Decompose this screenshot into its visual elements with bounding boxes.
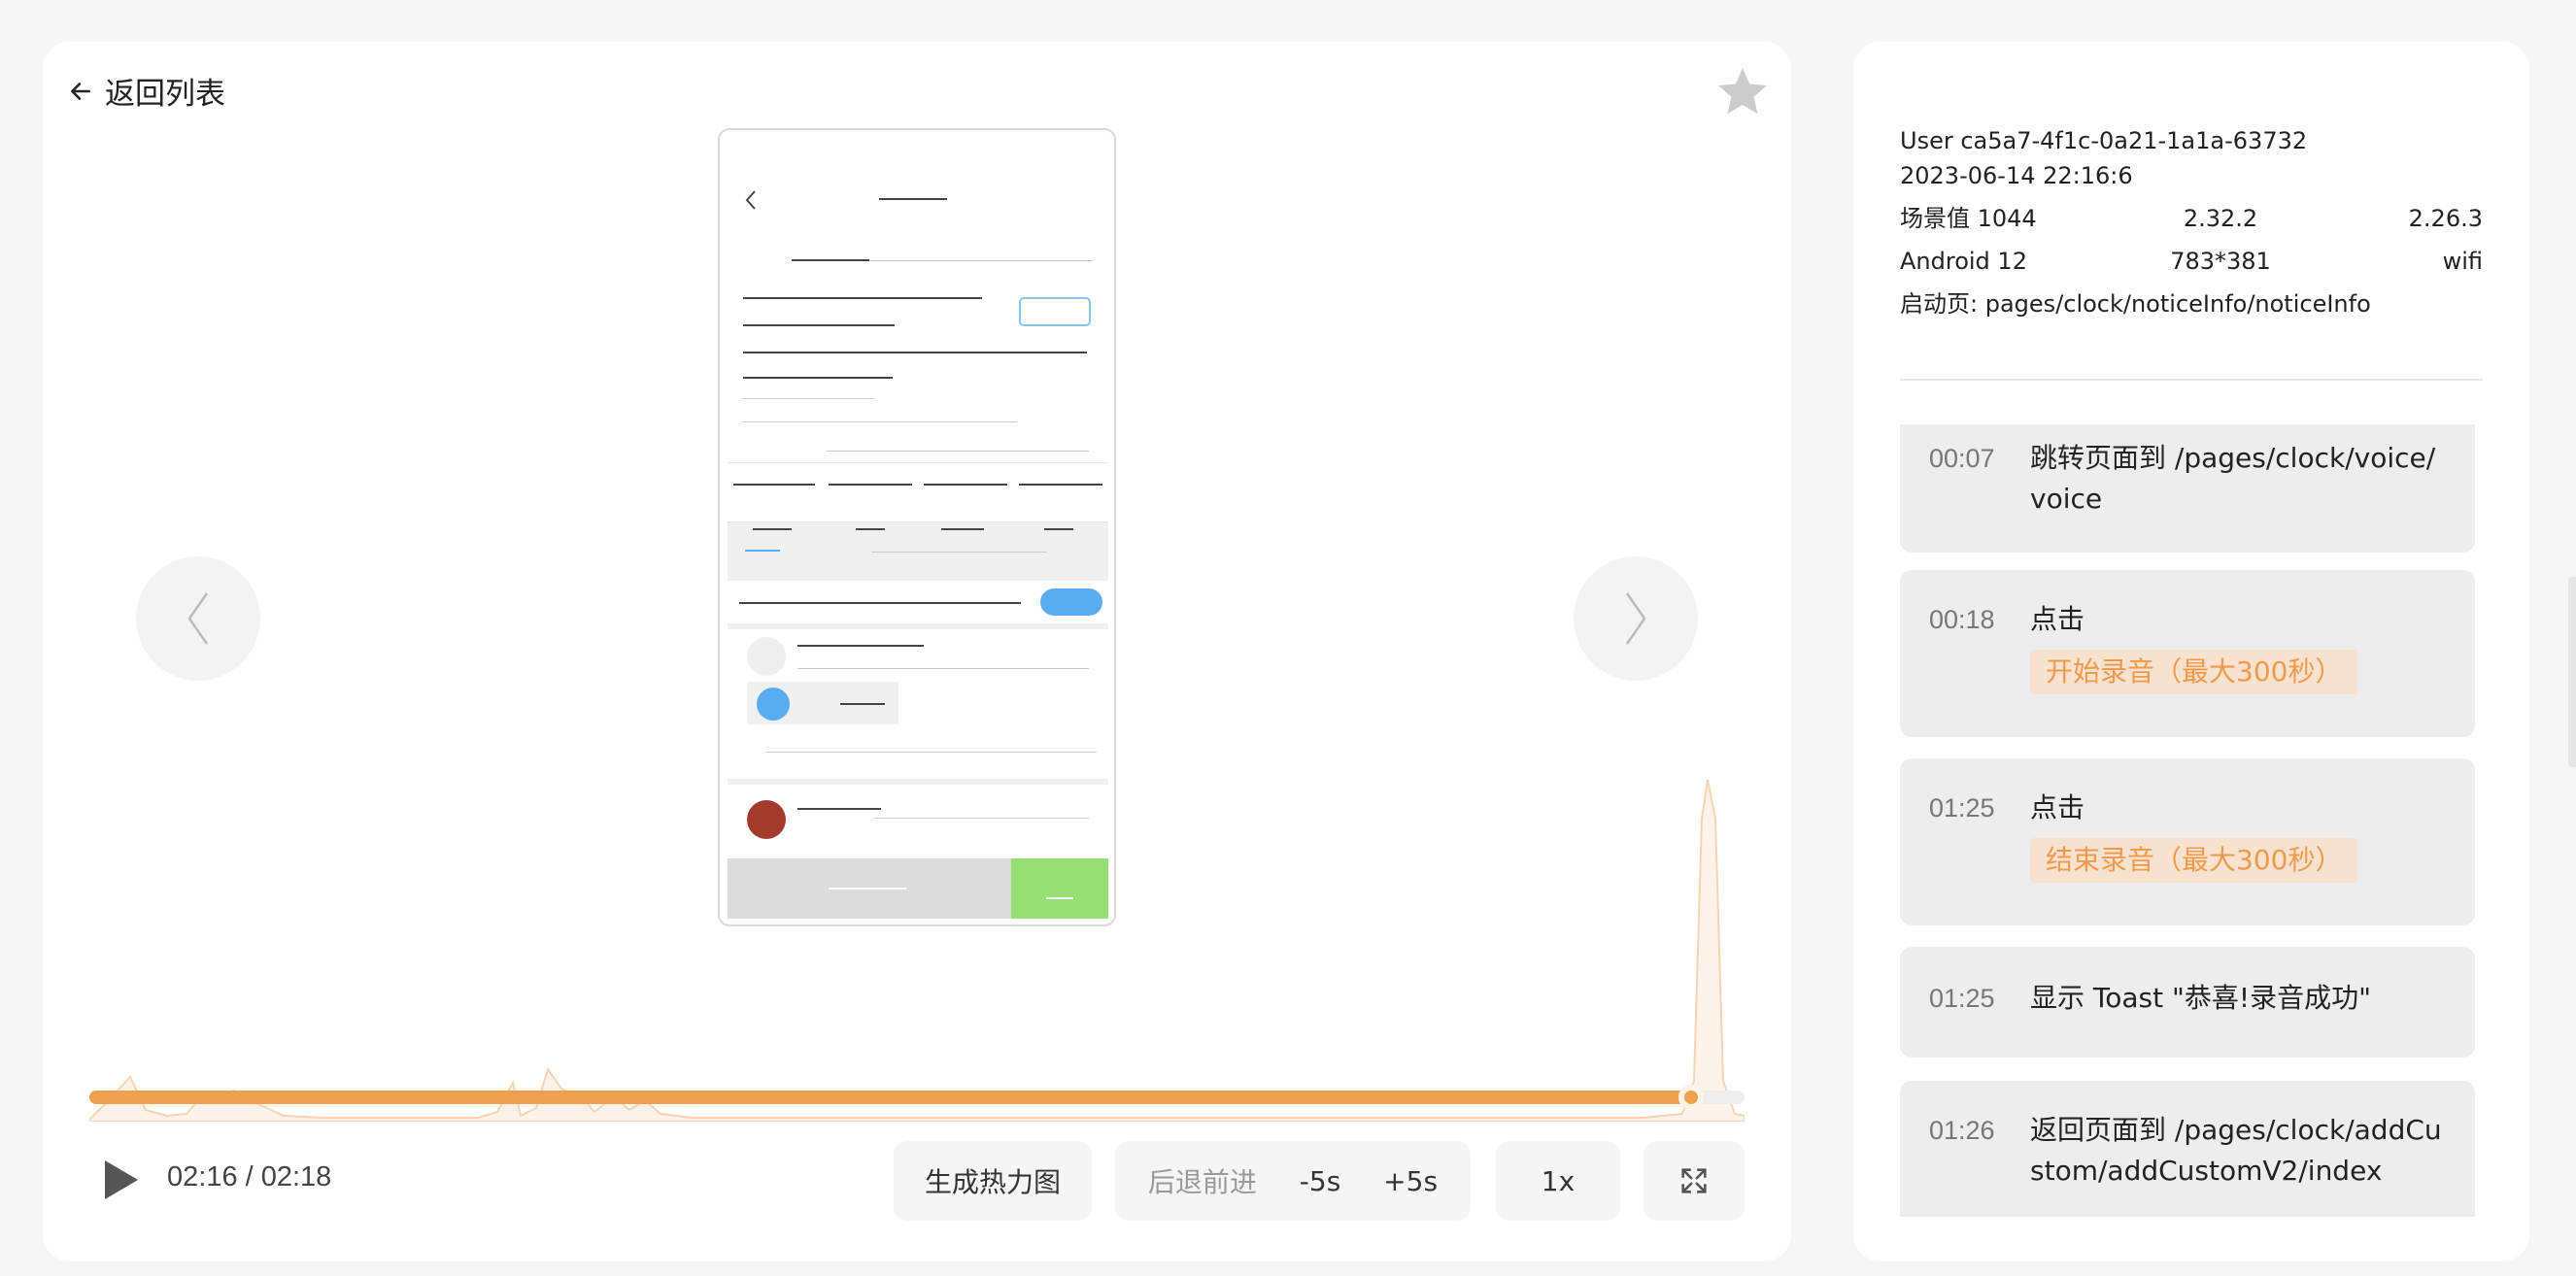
event-item[interactable]: 01:25 点击 结束录音（最大300秒） [1900,758,2475,925]
rewind-5s-button[interactable]: -5s [1300,1165,1341,1197]
placeholder-line [743,297,982,299]
placeholder-voice-dot [757,688,790,721]
placeholder-line [1044,528,1073,530]
event-timeline: 00:07 跳转页面到 /pages/clock/voice/voice 00:… [1900,424,2475,1217]
seek-label: 后退前进 [1147,1166,1257,1198]
fullscreen-button[interactable] [1644,1141,1745,1221]
event-target-tag: 开始录音（最大300秒） [2030,650,2358,694]
placeholder-line [829,484,912,486]
time-display: 02:16 / 02:18 [167,1161,332,1192]
divider [1900,379,2483,381]
placeholder-line [753,528,792,530]
placeholder-pill-button [1040,588,1102,616]
event-item[interactable]: 01:25 显示 Toast "恭喜!录音成功" [1900,947,2475,1058]
screen-title-placeholder [879,198,947,200]
back-label: 返回列表 [105,77,225,112]
session-info: User ca5a7-4f1c-0a21-1a1a-63732 2023-06-… [1900,119,2483,325]
event-time: 01:25 [1929,793,1995,823]
back-chevron-icon [745,190,756,210]
forward-5s-button[interactable]: +5s [1383,1165,1438,1197]
seek-controls: 后退前进 -5s +5s [1115,1141,1471,1221]
session-info-panel: User ca5a7-4f1c-0a21-1a1a-63732 2023-06-… [1853,42,2529,1261]
event-text: 点击 [2030,791,2085,823]
placeholder-line [739,602,1021,604]
placeholder-line [797,668,1089,669]
previous-button[interactable] [136,556,260,681]
playback-speed-button[interactable]: 1x [1496,1141,1620,1221]
progress-fill [89,1091,1692,1104]
back-to-list-link[interactable]: 返回列表 [68,69,225,113]
placeholder-line [792,259,869,261]
placeholder-divider [728,623,1108,629]
chevron-right-icon [1625,592,1646,645]
event-content: 点击 结束录音（最大300秒） [2030,788,2358,912]
placeholder-line [840,703,885,705]
version-b: 2.26.3 [2408,205,2483,232]
waveform-area [89,780,1745,1122]
event-item[interactable]: 00:18 点击 开始录音（最大300秒） [1900,570,2475,737]
side-drawer-handle[interactable] [2568,577,2576,767]
event-text: 返回页面到 /pages/clock/addCustom/addCustomV2… [2030,1114,2442,1187]
placeholder-table [728,462,1108,522]
placeholder-line [743,324,895,326]
placeholder-line [827,451,1089,452]
placeholder-line [1019,484,1102,486]
event-target-tag: 结束录音（最大300秒） [2030,838,2358,883]
placeholder-line [733,484,815,486]
device-row: Android 12 783*381 wifi [1900,240,2483,283]
arrow-left-icon [71,82,90,100]
event-text: 点击 [2030,603,2085,635]
scene-version-row: 场景值 1044 2.32.2 2.26.3 [1900,197,2483,240]
launch-page: 启动页: pages/clock/noticeInfo/noticeInfo [1900,290,2371,318]
network-type: wifi [2442,248,2483,275]
placeholder-line [871,552,1046,553]
placeholder-line [745,550,780,552]
placeholder-line [743,352,1087,353]
playback-progress-bar[interactable] [89,1085,1745,1110]
event-time: 01:26 [1929,1116,1995,1145]
event-time: 00:18 [1929,605,1995,634]
event-time: 00:07 [1929,444,1995,473]
placeholder-line [797,645,924,647]
placeholder-line [924,484,1007,486]
placeholder-line [941,528,984,530]
next-button[interactable] [1574,556,1698,681]
event-item[interactable]: 01:26 返回页面到 /pages/clock/addCustom/addCu… [1900,1081,2475,1217]
play-icon[interactable] [99,1157,142,1203]
generate-heatmap-button[interactable]: 生成热力图 [894,1141,1092,1221]
placeholder-line [743,421,1017,422]
chevron-left-icon [187,592,209,645]
placeholder-line [743,377,893,379]
placeholder-button [1019,297,1091,326]
fullscreen-icon [1681,1168,1707,1193]
os-version: Android 12 [1900,248,2027,275]
player-panel: 返回列表 02:16 / 02:18 生成热力图 后退前进 -5s +5s 1x [43,42,1791,1261]
version-a: 2.32.2 [2183,205,2258,232]
scene-value: 场景值 1044 [1900,205,2037,232]
avatar [747,637,786,676]
screen-resolution: 783*381 [2170,248,2271,275]
event-item[interactable]: 00:07 跳转页面到 /pages/clock/voice/voice [1900,424,2475,553]
event-text: 跳转页面到 /pages/clock/voice/voice [2030,442,2436,515]
star-icon[interactable] [1713,63,1772,121]
placeholder-line [766,752,1097,753]
event-content: 点击 开始录音（最大300秒） [2030,599,2358,723]
placeholder-line [856,528,885,530]
placeholder-line [869,260,1093,261]
activity-waveform [89,780,1745,1122]
placeholder-line [743,398,873,399]
event-text: 显示 Toast "恭喜!录音成功" [2030,982,2371,1014]
event-time: 01:25 [1929,984,1995,1013]
